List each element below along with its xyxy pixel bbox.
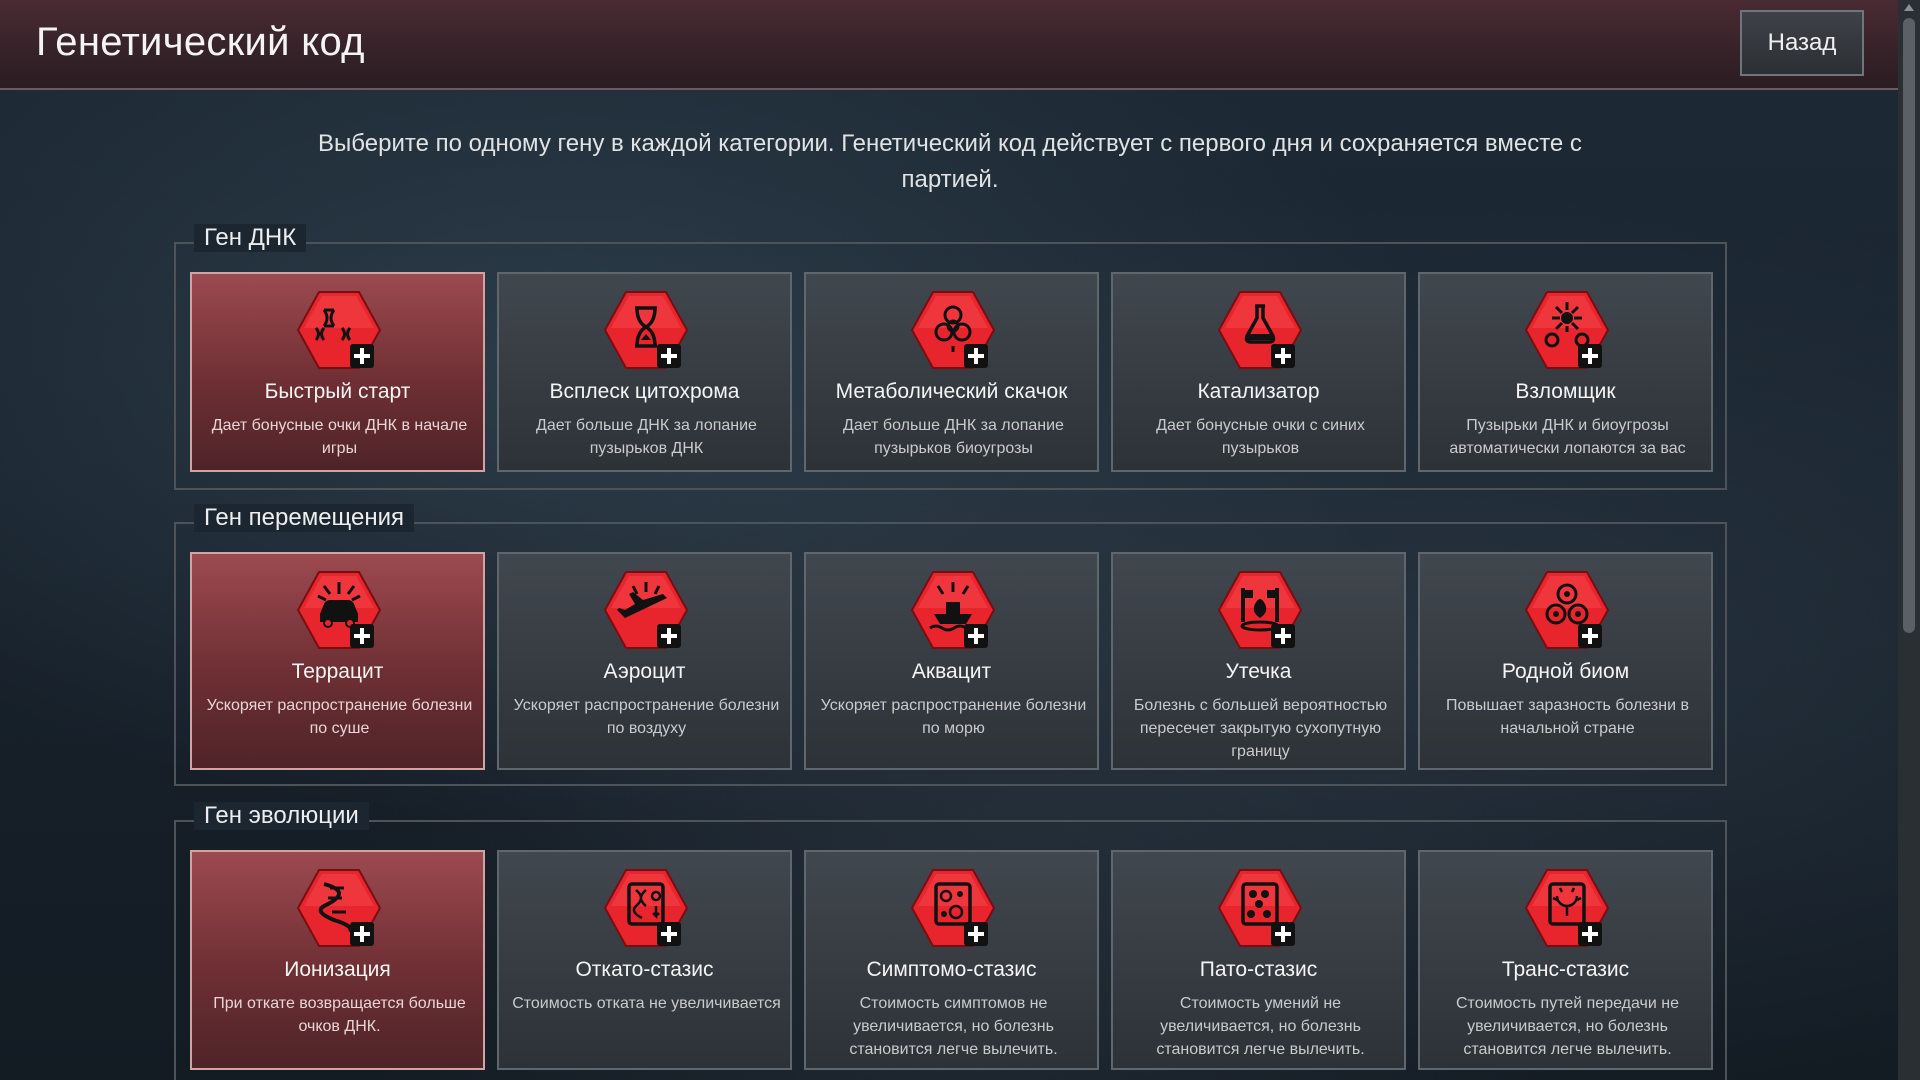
flask-icon [1215,288,1305,372]
gene-card[interactable]: Ионизация При откате возвращается больше … [190,850,485,1070]
gene-card[interactable]: Откато-стазис Стоимость отката не увеличи… [497,850,792,1070]
gene-card[interactable]: Быстрый старт Дает бонусные очки ДНК в на… [190,272,485,472]
back-button[interactable]: Назад [1740,10,1864,76]
gene-card[interactable]: Метаболический скачок Дает больше ДНК за … [804,272,1099,472]
gene-card-description: Дает больше ДНК за лопание пузырьков ДНК [536,417,757,457]
header-bar: Генетический код Назад [0,0,1898,90]
gene-card-description: Стоимость симптомов не увеличивается, но… [849,995,1058,1058]
gene-card[interactable]: Террацит Ускоряет распространение болезни… [190,552,485,770]
gene-card-description: Ускоряет распространение болезни по возд… [513,697,780,737]
instructions-text: Выберите по одному гену в каждой категор… [318,130,1582,193]
hourglass-icon [601,288,691,372]
gene-card-description: Повышает заразность болезни в начальной … [1446,697,1689,737]
gene-card[interactable]: Всплеск цитохрома Дает больше ДНК за лопа… [497,272,792,472]
page-title: Генетический код [36,20,365,64]
gene-card-description: Болезнь с большей вероятностью пересечет… [1133,697,1388,760]
gene-card-name: Аэроцит [603,660,686,683]
gene-card-row: Быстрый старт Дает бонусные очки ДНК в на… [190,272,1713,472]
section-title: Ген эволюции [194,802,369,830]
gene-card-name: Ионизация [284,958,391,981]
gene-card-description: Ускоряет распространение болезни по суше [206,697,473,737]
biohazard-icon [908,288,998,372]
gene-card-name: Аквацит [911,660,992,683]
gene-card-name: Пато-стазис [1199,958,1318,981]
gene-card-name: Родной биом [1501,660,1630,683]
gene-card-description: Дает больше ДНК за лопание пузырьков био… [843,417,1064,457]
ship-icon [908,568,998,652]
gene-card-name: Метаболический скачок [835,380,1068,403]
gene-card-description: Ускоряет распространение болезни по морю [820,697,1087,737]
gene-card-description: Стоимость умений не увеличивается, но бо… [1156,995,1365,1058]
scroll-thumb[interactable] [1903,18,1915,633]
gene-card-name: Транс-стазис [1501,958,1630,981]
burst-icon [1522,288,1612,372]
gene-card[interactable]: Аквацит Ускоряет распространение болезни … [804,552,1099,770]
spread-box-icon [1522,866,1612,950]
gene-card[interactable]: Взломщик Пузырьки ДНК и биоугрозы автомат… [1418,272,1713,472]
dna-strands-icon [294,288,384,372]
gene-card[interactable]: Аэроцит Ускоряет распространение болезни … [497,552,792,770]
gene-card[interactable]: Симптомо-стазис Стоимость симптомов не ув… [804,850,1099,1070]
gene-section-2: Ген перемещения Террацит Ускоряет распрост… [174,504,1727,786]
gene-card-name: Всплеск цитохрома [549,380,740,403]
border-leak-icon [1215,568,1305,652]
gene-card-name: Катализатор [1197,380,1320,403]
gene-card-row: Ионизация При откате возвращается больше … [190,850,1713,1070]
car-icon [294,568,384,652]
dna-box-icon [601,866,691,950]
gene-card-name: Откато-стазис [575,958,714,981]
gene-card-description: Дает бонусные очки ДНК в начале игры [211,417,468,457]
gene-card[interactable]: Транс-стазис Стоимость путей передачи не … [1418,850,1713,1070]
gene-card-row: Террацит Ускоряет распространение болезни… [190,552,1713,770]
gene-card-name: Террацит [291,660,384,683]
gene-card-description: Стоимость путей передачи не увеличиваетс… [1456,995,1679,1058]
gene-card-description: При откате возвращается больше очков ДНК… [213,995,466,1035]
scroll-up-arrow-icon[interactable] [1904,4,1914,11]
gene-card[interactable]: Утечка Болезнь с большей вероятностью пер… [1111,552,1406,770]
gene-card-name: Взломщик [1515,380,1616,403]
biohazard-cluster-icon [1522,568,1612,652]
gene-card-name: Утечка [1225,660,1292,683]
hex-cells-box-icon [1215,866,1305,950]
gene-card-name: Симптомо-стазис [866,958,1037,981]
gene-section-1: Ген ДНК Быстрый старт Дает бонусные очки Д… [174,224,1727,490]
cells-box-icon [908,866,998,950]
vertical-scrollbar[interactable] [1898,0,1920,1080]
gene-card-description: Стоимость отката не увеличивается [512,995,781,1012]
section-title: Ген ДНК [194,224,307,252]
plane-icon [601,568,691,652]
gene-card-description: Пузырьки ДНК и биоугрозы автоматически л… [1449,417,1686,457]
gene-card[interactable]: Пато-стазис Стоимость умений не увеличива… [1111,850,1406,1070]
gene-card[interactable]: Катализатор Дает бонусные очки с синих пу… [1111,272,1406,472]
gene-card-description: Дает бонусные очки с синих пузырьков [1156,417,1365,457]
gene-section-3: Ген эволюции Ионизация При откате возвраща… [174,802,1727,1080]
gene-card[interactable]: Родной биом Повышает заразность болезни в… [1418,552,1713,770]
dna-helix-icon [294,866,384,950]
gene-card-name: Быстрый старт [264,380,411,403]
section-title: Ген перемещения [194,504,415,532]
